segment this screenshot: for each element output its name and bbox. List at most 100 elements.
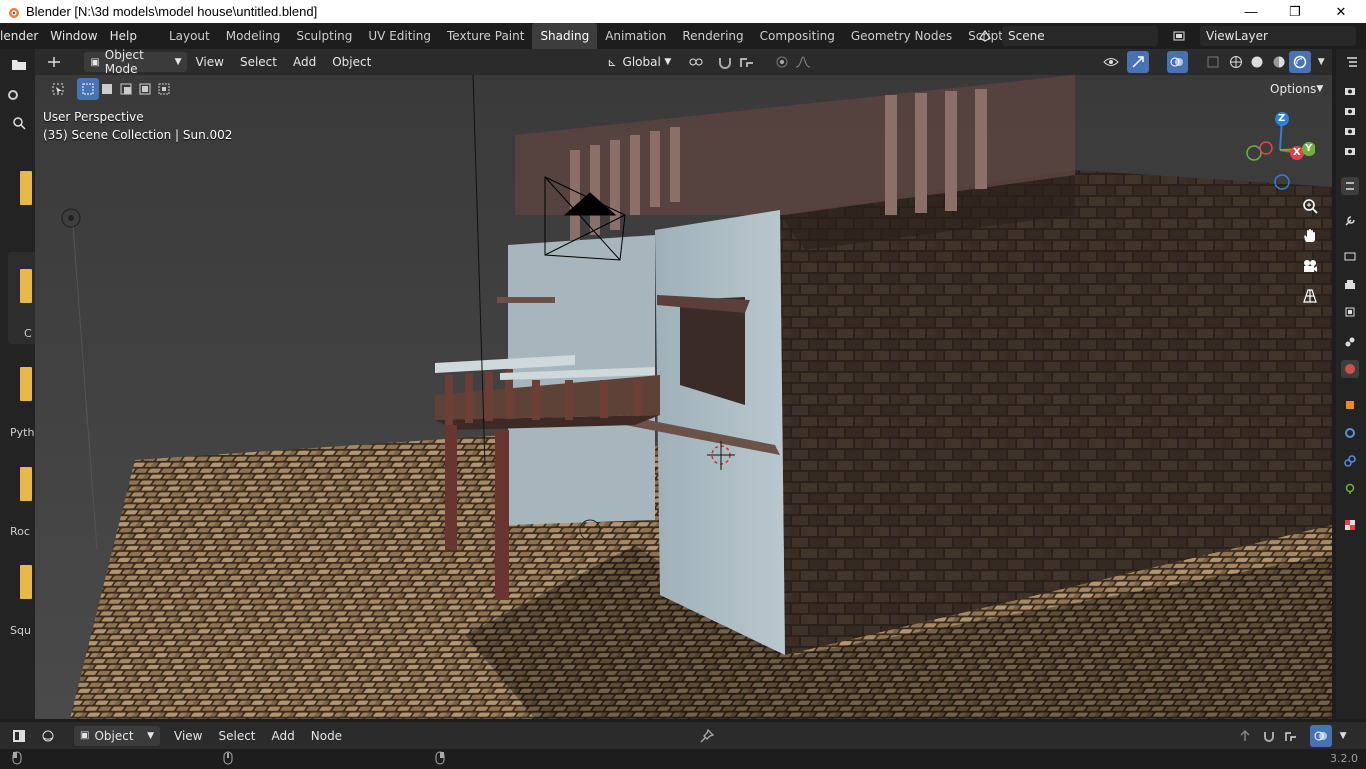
- folder-icon[interactable]: [8, 53, 30, 75]
- wrench-icon[interactable]: [1341, 212, 1359, 230]
- pan-hand-icon[interactable]: [1299, 225, 1321, 247]
- mode-label: Object Mode: [104, 48, 144, 76]
- viewport-header: ▣ Object Mode ▼ View Select Add Object ⊾ Gl…: [35, 48, 1332, 76]
- xray-icon[interactable]: [1202, 51, 1223, 73]
- scene-field[interactable]: Scene: [1002, 26, 1158, 46]
- pin-icon[interactable]: [696, 725, 718, 747]
- close-button[interactable]: ✕: [1318, 0, 1364, 23]
- mouse-left-icon: [6, 747, 28, 769]
- gizmo-z-label: Z: [1278, 113, 1286, 124]
- top-bar: lender Window Help Layout Modeling Sculp…: [0, 23, 1366, 49]
- texture-icon[interactable]: [1341, 516, 1359, 534]
- select-tool-icon[interactable]: [47, 78, 69, 100]
- minimize-button[interactable]: —: [1228, 0, 1274, 23]
- select-menu[interactable]: Select: [232, 55, 285, 69]
- wireframe-shading-icon[interactable]: [1225, 51, 1246, 73]
- parent-node-icon[interactable]: [1234, 725, 1256, 747]
- orientation-dropdown[interactable]: ⊾ Global ▼: [601, 52, 677, 72]
- 3d-viewport[interactable]: User Perspective (35) Scene Collection |…: [35, 75, 1332, 719]
- blender-logo-icon: [6, 5, 20, 19]
- tab-layout[interactable]: Layout: [161, 23, 218, 49]
- tool-settings-icon[interactable]: [1341, 177, 1359, 195]
- material-shading-icon[interactable]: [1268, 51, 1289, 73]
- scene-name: Scene: [1008, 29, 1045, 43]
- tab-rendering[interactable]: Rendering: [674, 23, 751, 49]
- camera-icon[interactable]: [1341, 122, 1359, 140]
- pivot-icon[interactable]: [685, 51, 706, 73]
- scene-props-icon[interactable]: [1341, 333, 1359, 351]
- tab-shading[interactable]: Shading: [532, 23, 598, 49]
- tab-geometry-nodes[interactable]: Geometry Nodes: [843, 23, 960, 49]
- editor-type-icon[interactable]: [43, 51, 64, 73]
- proportional-edit-icon[interactable]: [771, 51, 792, 73]
- menu-blender[interactable]: lender: [0, 23, 44, 49]
- options-dropdown[interactable]: Options ▼: [1264, 79, 1324, 99]
- object-props-icon[interactable]: [1341, 396, 1359, 414]
- tab-animation[interactable]: Animation: [597, 23, 674, 49]
- mode-dropdown[interactable]: ▣ Object Mode ▼: [84, 48, 188, 76]
- node-object-dropdown[interactable]: ▣ Object ▼: [74, 725, 160, 746]
- settings-icon[interactable]: [2, 84, 24, 106]
- constraint-icon[interactable]: [1341, 452, 1359, 470]
- file-thumbnail[interactable]: [20, 367, 32, 401]
- view-layer-field[interactable]: ViewLayer: [1200, 26, 1356, 46]
- scene-selector-icon[interactable]: [974, 25, 996, 47]
- node-node-menu[interactable]: Node: [303, 729, 350, 743]
- window-title: Blender [N:\3d models\model house\untitl…: [26, 4, 318, 19]
- tab-uv-editing[interactable]: UV Editing: [360, 23, 439, 49]
- node-snap-icon[interactable]: [1258, 725, 1280, 747]
- node-select-menu[interactable]: Select: [210, 729, 263, 743]
- node-add-menu[interactable]: Add: [264, 729, 303, 743]
- node-type-label: Object: [94, 728, 134, 743]
- object-data-icon[interactable]: [1341, 480, 1359, 498]
- file-label: Squ: [10, 624, 31, 637]
- modifier-icon[interactable]: [1341, 424, 1359, 442]
- menu-help[interactable]: Help: [104, 23, 143, 49]
- view-menu[interactable]: View: [187, 55, 231, 69]
- tab-modeling[interactable]: Modeling: [218, 23, 289, 49]
- tab-sculpting[interactable]: Sculpting: [288, 23, 360, 49]
- shader-type-icon[interactable]: [38, 725, 60, 747]
- gizmo-x-label: X: [1293, 147, 1301, 158]
- rendered-shading-icon[interactable]: [1289, 51, 1311, 73]
- menu-window[interactable]: Window: [44, 23, 103, 49]
- camera-icon[interactable]: [1341, 82, 1359, 100]
- node-overlay-icon[interactable]: [1310, 724, 1333, 747]
- gizmo-toggle-icon[interactable]: [1127, 51, 1149, 73]
- zoom-icon[interactable]: [1299, 195, 1321, 217]
- file-thumbnail[interactable]: [20, 269, 32, 303]
- output-icon[interactable]: [1341, 276, 1359, 294]
- falloff-icon[interactable]: [793, 51, 814, 73]
- file-thumbnail[interactable]: [20, 565, 32, 599]
- camera-icon[interactable]: [1341, 102, 1359, 120]
- overlay-toggle-icon[interactable]: [1166, 51, 1188, 73]
- node-overlay-options-icon[interactable]: ▼: [1332, 725, 1354, 747]
- render-icon[interactable]: [1341, 247, 1359, 265]
- node-snap-target-icon[interactable]: [1280, 725, 1302, 747]
- file-thumbnail[interactable]: [20, 467, 32, 501]
- solid-shading-icon[interactable]: [1247, 51, 1268, 73]
- file-label: C: [24, 327, 32, 340]
- select-intersect-icon[interactable]: [153, 78, 175, 100]
- object-menu[interactable]: Object: [324, 55, 379, 69]
- file-thumbnail[interactable]: [20, 171, 32, 205]
- node-view-menu[interactable]: View: [166, 729, 210, 743]
- ortho-grid-icon[interactable]: [1299, 285, 1321, 307]
- tab-texture-paint[interactable]: Texture Paint: [439, 23, 532, 49]
- search-icon[interactable]: [8, 112, 30, 134]
- view-layer-icon[interactable]: [1168, 25, 1190, 47]
- view-layer-props-icon[interactable]: [1341, 303, 1359, 321]
- camera-view-icon[interactable]: [1299, 255, 1321, 277]
- outliner-icon[interactable]: [1341, 52, 1363, 74]
- world-icon[interactable]: [1341, 360, 1359, 378]
- view-perspective-label: User Perspective: [43, 110, 144, 124]
- camera-icon[interactable]: [1341, 142, 1359, 160]
- snap-icon[interactable]: [715, 51, 736, 73]
- editor-type-node-icon[interactable]: [8, 725, 30, 747]
- add-menu[interactable]: Add: [285, 55, 324, 69]
- snap-target-icon[interactable]: [736, 51, 757, 73]
- shading-options-icon[interactable]: ▼: [1311, 51, 1332, 73]
- visibility-icon[interactable]: [1100, 51, 1121, 73]
- maximize-button[interactable]: ❐: [1272, 0, 1318, 23]
- tab-compositing[interactable]: Compositing: [752, 23, 843, 49]
